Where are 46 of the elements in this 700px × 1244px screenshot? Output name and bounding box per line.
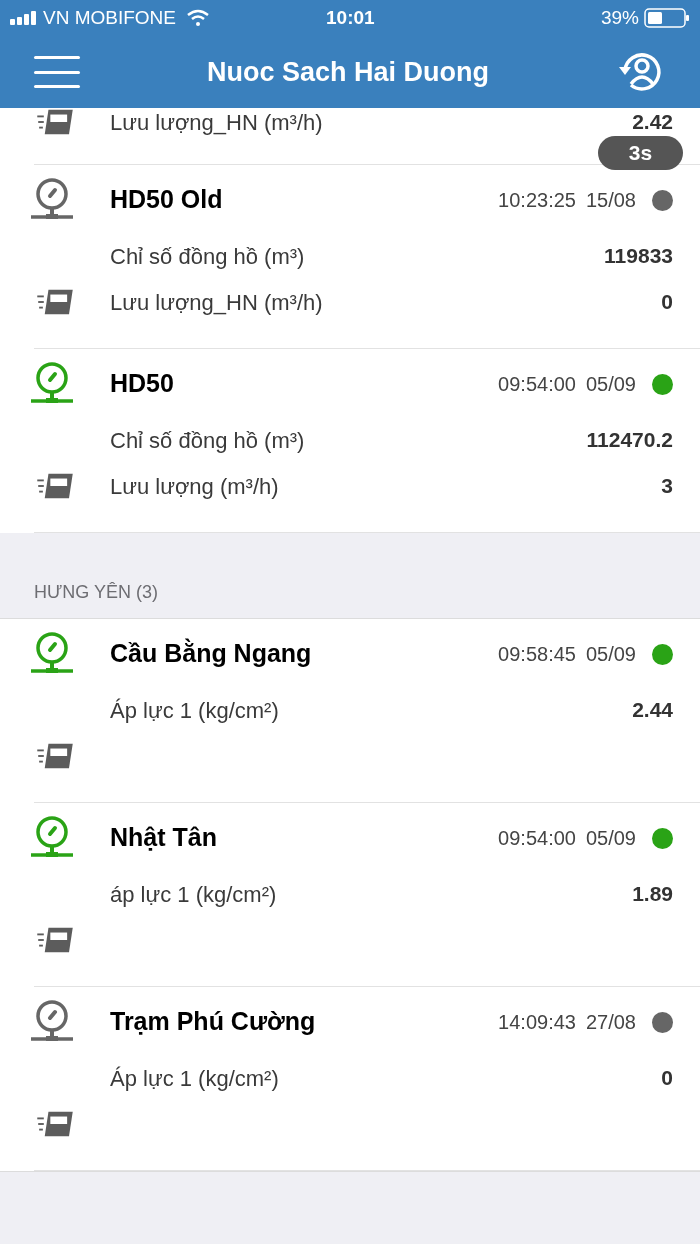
app-title: Nuoc Sach Hai Duong xyxy=(206,55,490,89)
reading-time: 09:54:00 xyxy=(498,372,576,397)
metric-label: Chỉ số đồng hồ (m³) xyxy=(110,426,305,455)
menu-button[interactable] xyxy=(34,56,80,88)
signal-icon xyxy=(10,11,38,25)
battery-percent: 39% xyxy=(600,5,639,30)
station-name: Nhật Tân xyxy=(110,822,217,854)
station-name: Trạm Phú Cường xyxy=(110,1006,316,1038)
station-name: Cầu Bằng Ngang xyxy=(110,637,312,670)
carrier-name: VN MOBIFONE xyxy=(43,5,176,30)
reading-time: 09:54:00 xyxy=(498,826,576,851)
section-header: HƯNG YÊN (3) xyxy=(34,581,159,604)
metric-value: 1.89 xyxy=(632,881,674,908)
metric-value: 119833 xyxy=(604,243,674,270)
metric-value: 2.44 xyxy=(632,697,674,724)
fast-card-icon xyxy=(34,1110,76,1138)
metric-value: 2.42 xyxy=(632,109,674,136)
metric-value: 0 xyxy=(661,289,674,316)
fast-card-icon xyxy=(34,472,76,500)
wifi-icon xyxy=(186,9,210,27)
reading-date: 15/08 xyxy=(585,188,636,213)
reading-date: 27/08 xyxy=(585,1010,636,1035)
metric-value: 0 xyxy=(661,1065,674,1092)
metric-label: Áp lực 1 (kg/cm²) xyxy=(110,696,279,725)
fast-card-icon xyxy=(34,926,76,954)
reading-date: 05/09 xyxy=(585,642,636,667)
metric-label: Lưu lượng (m³/h) xyxy=(110,472,279,501)
metric-value: 3 xyxy=(661,473,674,500)
refresh-toast: 3s xyxy=(598,136,683,170)
reading-time: 10:23:25 xyxy=(498,188,576,213)
metric-label: Lưu lượng_HN (m³/h) xyxy=(110,288,323,317)
station-name: HD50 Old xyxy=(110,184,223,216)
reading-time: 14:09:43 xyxy=(498,1010,576,1035)
metric-value: 112470.2 xyxy=(586,427,674,454)
fast-card-icon xyxy=(34,742,76,770)
metric-label: Chỉ số đồng hồ (m³) xyxy=(110,242,305,271)
metric-label: áp lực 1 (kg/cm²) xyxy=(110,880,277,909)
battery-icon xyxy=(644,8,690,28)
reading-time: 09:58:45 xyxy=(498,642,576,667)
reading-date: 05/09 xyxy=(585,826,636,851)
reading-date: 05/09 xyxy=(585,372,636,397)
metric-label: Lưu lượng_HN (m³/h) xyxy=(110,108,323,137)
station-name: HD50 xyxy=(110,368,174,400)
fast-card-icon xyxy=(34,288,76,316)
metric-label: Áp lực 1 (kg/cm²) xyxy=(110,1064,279,1093)
status-time: 10:01 xyxy=(326,5,375,30)
